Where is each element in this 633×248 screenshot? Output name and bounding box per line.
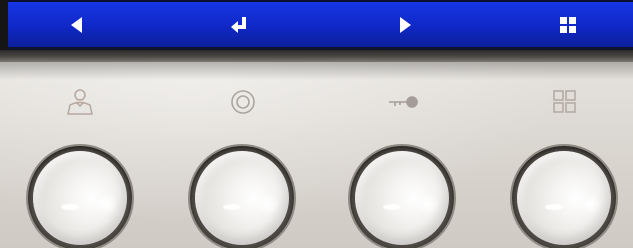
button-panel: [0, 62, 633, 248]
left-triangle-icon: [66, 14, 88, 36]
lcd-softkey-bar: [8, 0, 633, 50]
button-dome: [195, 151, 289, 245]
grid-menu-icon: [548, 88, 582, 116]
key-icon: [386, 88, 420, 116]
user-button[interactable]: [28, 146, 132, 248]
user-icon: [62, 88, 96, 116]
key-button[interactable]: [350, 146, 454, 248]
bezel-corner: [0, 0, 8, 56]
enter-return-icon: [229, 14, 251, 36]
device-control-panel: [0, 0, 633, 248]
right-triangle-icon: [394, 14, 416, 36]
button-dome: [517, 151, 611, 245]
ring-icon: [226, 88, 260, 116]
ring-button[interactable]: [190, 146, 294, 248]
button-dome: [355, 151, 449, 245]
button-dome: [33, 151, 127, 245]
menu-button[interactable]: [512, 146, 616, 248]
grid-menu-icon: [557, 14, 579, 36]
panel-shadow: [0, 62, 633, 80]
